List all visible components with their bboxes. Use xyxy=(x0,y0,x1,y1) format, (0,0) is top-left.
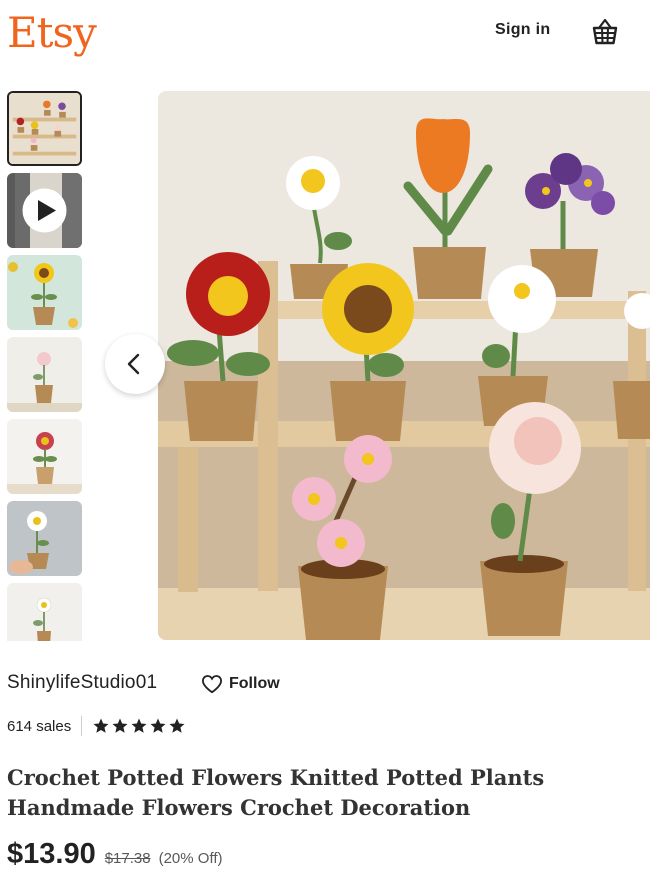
sales-rating-row: 614 sales xyxy=(7,716,187,736)
chevron-left-icon xyxy=(127,353,140,375)
star-icon xyxy=(150,718,166,733)
follow-label: Follow xyxy=(229,675,280,692)
price-row: $13.90 $17.38 (20% Off) xyxy=(7,838,223,874)
basket-icon[interactable] xyxy=(590,17,620,47)
discount-label: (20% Off) xyxy=(158,850,223,867)
original-price: $17.38 xyxy=(104,850,151,867)
thumbnail-video[interactable] xyxy=(7,173,82,248)
etsy-logo[interactable]: Etsy xyxy=(7,8,97,58)
thumbnail-1[interactable] xyxy=(7,91,82,166)
star-icon xyxy=(131,718,147,733)
header: Etsy Sign in xyxy=(0,0,650,64)
thumbnail-4[interactable] xyxy=(7,337,82,412)
thumbnail-5[interactable] xyxy=(7,419,82,494)
star-icon xyxy=(169,718,185,733)
shop-name-link[interactable]: ShinylifeStudio01 xyxy=(7,672,157,694)
listing-title: Crochet Potted Flowers Knitted Potted Pl… xyxy=(7,765,545,820)
thumbnail-7[interactable] xyxy=(7,583,82,641)
follow-button[interactable]: Follow xyxy=(201,672,280,696)
divider xyxy=(81,716,83,736)
sign-in-link[interactable]: Sign in xyxy=(495,21,550,39)
thumbnail-6[interactable] xyxy=(7,501,82,576)
star-rating[interactable] xyxy=(92,717,187,735)
shop-row: ShinylifeStudio01 Follow xyxy=(7,672,647,696)
star-icon xyxy=(93,718,109,733)
heart-outline-icon xyxy=(201,675,223,694)
thumbnail-strip xyxy=(7,91,82,641)
sale-price: $13.90 xyxy=(7,838,96,870)
sales-count: 614 sales xyxy=(7,717,72,735)
previous-image-button[interactable] xyxy=(105,334,165,394)
main-listing-image[interactable] xyxy=(158,91,650,640)
thumbnail-3[interactable] xyxy=(7,255,82,330)
star-icon xyxy=(112,718,128,733)
